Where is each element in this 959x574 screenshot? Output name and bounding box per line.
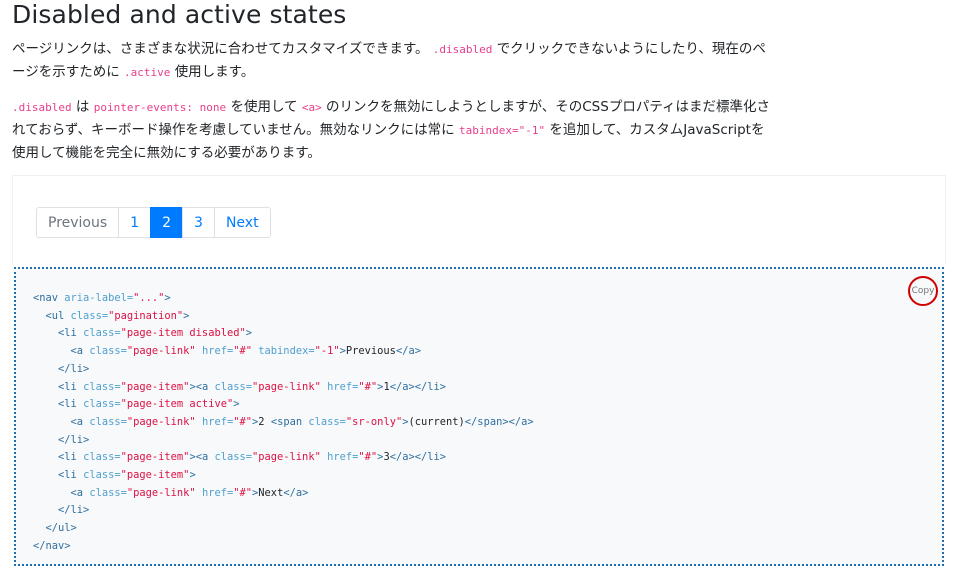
example-preview: Previous 1 2 3 Next <box>12 175 946 265</box>
code-token: > <box>183 309 190 322</box>
code-token: "page-link" <box>252 451 321 464</box>
inline-code: tabindex="-1" <box>458 124 546 137</box>
code-token: href= <box>320 380 359 393</box>
code-token: <li <box>58 327 84 340</box>
code-token: > <box>164 292 171 304</box>
code-token: class= <box>89 486 127 499</box>
code-token: "pagination" <box>108 309 184 322</box>
code-token: "..." <box>133 292 165 304</box>
inline-code: <a> <box>301 101 322 114</box>
code-token: <li <box>58 380 84 393</box>
intro-paragraph: ページリンクは、さまざまな状況に合わせてカスタマイズできます。 .disable… <box>12 38 772 84</box>
code-token: "#" <box>233 345 253 358</box>
code-token: <a <box>70 486 90 499</box>
code-token: class= <box>83 469 121 482</box>
code-token: "page-link" <box>126 345 196 358</box>
code-listing: <nav aria-label="..."> <ul class="pagina… <box>33 290 534 556</box>
code-token: <li <box>58 398 84 411</box>
code-block: Copy <nav aria-label="..."> <ul class="p… <box>14 267 944 566</box>
code-token: "#" <box>358 380 378 393</box>
disabled-note-paragraph: .disabled は pointer-events: none を使用して <… <box>12 96 772 165</box>
text: 使用します。 <box>174 64 255 80</box>
page-2-link[interactable]: 2 <box>150 207 184 238</box>
code-token: class= <box>308 415 346 428</box>
code-token: "page-item" <box>120 451 190 464</box>
next-link[interactable]: Next <box>213 207 271 238</box>
code-token: "page-link" <box>126 486 196 499</box>
code-token: <span <box>270 415 309 428</box>
code-token: Next <box>258 486 284 499</box>
code-token: class= <box>89 415 127 428</box>
copy-button[interactable]: Copy <box>908 276 938 306</box>
code-token: </a></li> <box>389 451 447 464</box>
code-token: "#" <box>358 451 378 464</box>
code-token: class= <box>214 451 253 464</box>
code-token: aria-label= <box>64 292 134 304</box>
page-item-3: 3 <box>182 207 215 238</box>
code-token: "sr-only" <box>345 415 403 428</box>
docs-page: Disabled and active states ページリンクは、さまざまな… <box>0 0 959 574</box>
code-token: <ul <box>45 309 71 322</box>
code-token: </li> <box>58 504 90 517</box>
code-token: "page-item disabled" <box>120 327 246 340</box>
section-heading: Disabled and active states <box>12 0 347 29</box>
inline-code: .disabled <box>432 43 493 56</box>
page-3-link[interactable]: 3 <box>182 207 215 238</box>
page-item-2: 2 <box>150 207 184 238</box>
code-token: "page-link" <box>252 380 321 393</box>
code-token: class= <box>83 398 121 411</box>
code-token: href= <box>195 345 234 358</box>
code-token: class= <box>70 309 109 322</box>
code-token: "page-item" <box>120 380 190 393</box>
text: を使用して <box>230 99 298 115</box>
code-token: class= <box>83 327 121 340</box>
code-token: "#" <box>233 486 253 499</box>
code-token: </a> <box>283 486 309 499</box>
code-token: > <box>233 398 240 411</box>
page-item-1: 1 <box>118 207 152 238</box>
code-token: class= <box>83 380 121 393</box>
code-token: href= <box>195 486 234 499</box>
page-1-link[interactable]: 1 <box>118 207 152 238</box>
code-token: <li <box>58 469 84 482</box>
code-token: "page-link" <box>126 415 196 428</box>
code-token: class= <box>89 345 127 358</box>
code-token: ><a <box>189 451 215 464</box>
pagination: Previous 1 2 3 Next <box>36 207 271 238</box>
code-token: </a></li> <box>389 380 447 393</box>
code-token: <li <box>58 451 84 464</box>
code-token: class= <box>214 380 253 393</box>
code-token: </a> <box>395 345 421 358</box>
code-token: <a <box>70 415 90 428</box>
code-token: <nav <box>33 292 65 304</box>
code-token: Previous <box>345 345 396 358</box>
code-token: href= <box>195 415 234 428</box>
code-token: <a <box>70 345 90 358</box>
code-token: "#" <box>233 415 253 428</box>
code-token: </ul> <box>45 522 77 535</box>
page-item-previous: Previous <box>36 207 120 238</box>
code-token: "page-item" <box>120 469 190 482</box>
code-token: </span></a> <box>464 415 534 428</box>
inline-code: .disabled <box>12 101 72 114</box>
code-token: href= <box>320 451 359 464</box>
page-item-next: Next <box>213 207 271 238</box>
previous-link[interactable]: Previous <box>36 207 120 238</box>
code-token: class= <box>83 451 121 464</box>
text: は <box>75 99 90 115</box>
code-token: (current) <box>408 415 465 428</box>
code-token: </li> <box>58 433 90 446</box>
code-token: > <box>245 327 252 340</box>
inline-code: .active <box>124 66 171 79</box>
inline-code: pointer-events: none <box>93 101 227 114</box>
code-token: > <box>189 469 196 482</box>
code-token: </li> <box>58 362 90 375</box>
code-token: 2 <box>258 415 271 428</box>
code-token: "-1" <box>314 345 340 358</box>
code-token: ><a <box>189 380 215 393</box>
code-token: "page-item active" <box>120 398 234 411</box>
text: ページリンクは、さまざまな状況に合わせてカスタマイズできます。 <box>12 41 429 57</box>
code-token: tabindex= <box>252 345 315 358</box>
code-token: </nav> <box>33 539 71 552</box>
